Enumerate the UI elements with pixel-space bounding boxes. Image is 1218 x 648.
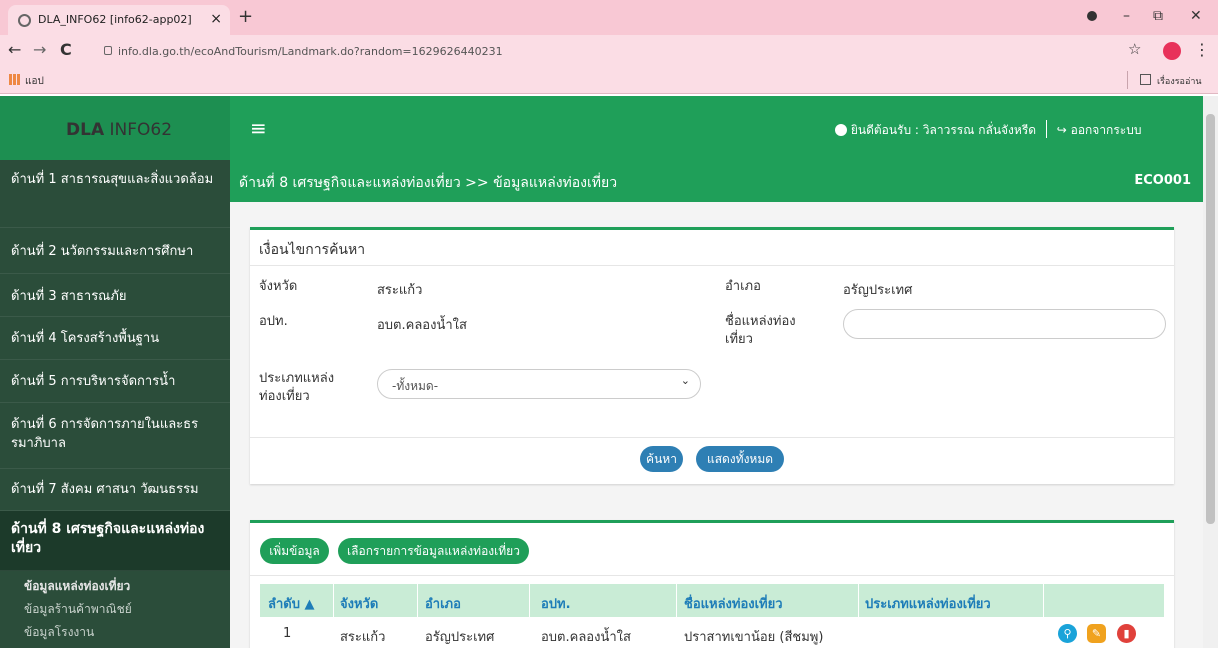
reload-button[interactable]: C <box>60 40 72 59</box>
col-landmark-name[interactable]: ชื่อแหล่งท่องเที่ยว <box>684 593 783 614</box>
cell-no: 1 <box>283 626 292 641</box>
sidebar-item-6[interactable]: ด้านที่ 6 การจัดการภายในและธรรมาภิบาล <box>0 403 230 469</box>
col-province[interactable]: จังหวัด <box>340 593 378 614</box>
back-button[interactable]: ← <box>8 40 21 59</box>
show-all-button[interactable]: แสดงทั้งหมด <box>696 446 784 472</box>
table-row: 1 สระแก้ว อรัญประเทศ อบต.คลองน้ำใส ปราสา… <box>260 617 1164 648</box>
reading-list-icon <box>1140 74 1151 85</box>
add-data-button[interactable]: เพิ่มข้อมูล <box>260 538 329 564</box>
delete-trash-icon[interactable]: ▮ <box>1117 624 1136 643</box>
col-divider <box>676 584 677 617</box>
url-text: info.dla.go.th/ecoAndTourism/Landmark.do… <box>118 45 503 58</box>
landmark-type-select[interactable]: -ทั้งหมด- ⌄ <box>377 369 701 399</box>
page-header: ด้านที่ 8 เศรษฐกิจและแหล่งท่องเที่ยว >> … <box>230 160 1203 202</box>
landmark-name-label-line1: ชื่อแหล่งท่อง <box>725 314 796 329</box>
brand-bold: DLA <box>66 120 105 140</box>
cell-lao: อบต.คลองน้ำใส <box>541 630 631 645</box>
cell-landmark-name: ปราสาทเขาน้อย (สีชมพู) <box>684 630 824 645</box>
col-lao[interactable]: อปท. <box>541 593 571 614</box>
page-scrollbar[interactable] <box>1203 96 1218 648</box>
sidebar-item-2[interactable]: ด้านที่ 2 นวัตกรรมและการศึกษา <box>0 228 230 274</box>
reading-list[interactable]: เรื่องรออ่าน <box>1157 74 1202 88</box>
page-code: ECO001 <box>1134 173 1191 188</box>
sidebar-item-4[interactable]: ด้านที่ 4 โครงสร้างพื้นฐาน <box>0 317 230 360</box>
browser-tab[interactable]: DLA_INFO62 [info62-app02] × <box>8 5 230 35</box>
lao-value: อบต.คลองน้ำใส <box>377 318 467 333</box>
apps-grid-icon <box>9 74 20 85</box>
view-search-icon[interactable]: ⚲ <box>1058 624 1077 643</box>
select-landmark-button[interactable]: เลือกรายการข้อมูลแหล่งท่องเที่ยว <box>338 538 529 564</box>
tab-title: DLA_INFO62 [info62-app02] <box>38 13 192 26</box>
col-divider <box>1043 584 1044 617</box>
sidebar-subitem-shop[interactable]: ข้อมูลร้านค้าพาณิชย์ <box>24 600 132 619</box>
col-divider <box>858 584 859 617</box>
lock-icon <box>104 46 112 55</box>
col-divider <box>333 584 334 617</box>
search-panel-title: เงื่อนไขการค้นหา <box>250 230 1174 266</box>
sidebar-item-3[interactable]: ด้านที่ 3 สาธารณภัย <box>0 274 230 317</box>
welcome-area: ยินดีต้อนรับ : วิลาวรรณ กลั่นจังหรีด ↪ อ… <box>835 120 1141 140</box>
sidebar-item-8[interactable]: ด้านที่ 8 เศรษฐกิจและแหล่งท่องเที่ยว <box>0 511 230 571</box>
tab-close-icon[interactable]: × <box>210 11 222 27</box>
col-district[interactable]: อำเภอ <box>425 593 461 614</box>
bookmarks-bar <box>0 68 1218 94</box>
sidebar-subitem-factory[interactable]: ข้อมูลโรงงาน <box>24 623 94 642</box>
col-no[interactable]: ลำดับ ▲ <box>268 593 314 614</box>
web-page: DLA INFO62 ≡ ยินดีต้อนรับ : วิลาวรรณ กลั… <box>0 96 1203 648</box>
col-divider <box>529 584 530 617</box>
landmark-name-label-line2: เที่ยว <box>725 332 753 347</box>
brand-rest: INFO62 <box>104 120 173 140</box>
logout-label: ออกจากระบบ <box>1070 123 1142 137</box>
sidebar-item-5[interactable]: ด้านที่ 5 การบริหารจัดการน้ำ <box>0 360 230 403</box>
forward-button[interactable]: → <box>33 40 46 59</box>
search-button[interactable]: ค้นหา <box>640 446 683 472</box>
logout-icon: ↪ <box>1056 123 1067 137</box>
welcome-text: ยินดีต้อนรับ : วิลาวรรณ กลั่นจังหรีด <box>850 123 1037 137</box>
search-panel: เงื่อนไขการค้นหา จังหวัด สระแก้ว อำเภอ อ… <box>250 227 1174 484</box>
bookmark-star-icon[interactable]: ☆ <box>1128 40 1141 58</box>
address-bar[interactable]: info.dla.go.th/ecoAndTourism/Landmark.do… <box>100 38 1110 65</box>
province-value: สระแก้ว <box>377 283 423 298</box>
col-landmark-type[interactable]: ประเภทแหล่งท่องเที่ยว <box>865 593 991 614</box>
list-panel: เพิ่มข้อมูล เลือกรายการข้อมูลแหล่งท่องเท… <box>250 520 1174 648</box>
sidebar-item-1[interactable]: ด้านที่ 1 สาธารณสุขและสิ่งแวดล้อม <box>0 170 230 228</box>
sidebar: ด้านที่ 1 สาธารณสุขและสิ่งแวดล้อม ด้านที… <box>0 160 230 648</box>
scrollbar-thumb[interactable] <box>1206 114 1215 524</box>
close-window-button[interactable]: ✕ <box>1190 8 1202 24</box>
bookmark-apps[interactable]: แอป <box>25 74 44 89</box>
user-circle-icon <box>835 124 847 136</box>
browser-menu-icon[interactable]: ⋮ <box>1194 40 1210 59</box>
bookmarks-divider <box>1127 71 1128 89</box>
hamburger-menu-icon[interactable]: ≡ <box>250 116 267 140</box>
province-label: จังหวัด <box>259 279 298 294</box>
logout-link[interactable]: ↪ ออกจากระบบ <box>1057 123 1142 137</box>
list-divider <box>250 575 1174 576</box>
district-value: อรัญประเทศ <box>843 283 913 298</box>
new-tab-button[interactable]: + <box>238 6 253 27</box>
sidebar-item-7[interactable]: ด้านที่ 7 สังคม ศาสนา วัฒนธรรม <box>0 469 230 511</box>
profile-avatar[interactable] <box>1163 42 1181 60</box>
restore-button[interactable]: ⧉ <box>1153 8 1163 24</box>
landmark-name-input[interactable] <box>843 309 1166 339</box>
col-divider <box>417 584 418 617</box>
sidebar-subitem-landmark[interactable]: ข้อมูลแหล่งท่องเที่ยว <box>24 577 130 596</box>
lao-label: อปท. <box>259 314 288 329</box>
landmark-type-label-line2: ท่องเที่ยว <box>259 389 310 404</box>
landmark-type-selected: -ทั้งหมด- <box>392 379 439 393</box>
brand-logo[interactable]: DLA INFO62 <box>0 96 230 160</box>
cell-district: อรัญประเทศ <box>425 630 495 645</box>
breadcrumb: ด้านที่ 8 เศรษฐกิจและแหล่งท่องเที่ยว >> … <box>239 175 618 191</box>
edit-icon[interactable]: ✎ <box>1087 624 1106 643</box>
minimize-button[interactable]: – <box>1123 8 1130 24</box>
landmark-type-label-line1: ประเภทแหล่ง <box>259 371 335 386</box>
cell-province: สระแก้ว <box>340 630 386 645</box>
district-label: อำเภอ <box>725 279 761 294</box>
chevron-down-icon: ⌄ <box>680 374 690 387</box>
table-header: ลำดับ ▲ จังหวัด อำเภอ อปท. ชื่อแหล่งท่อง… <box>260 584 1164 617</box>
globe-icon <box>18 14 31 27</box>
search-footer-divider <box>250 437 1174 438</box>
profile-dot-icon[interactable] <box>1087 11 1097 21</box>
header-divider <box>1045 120 1047 138</box>
